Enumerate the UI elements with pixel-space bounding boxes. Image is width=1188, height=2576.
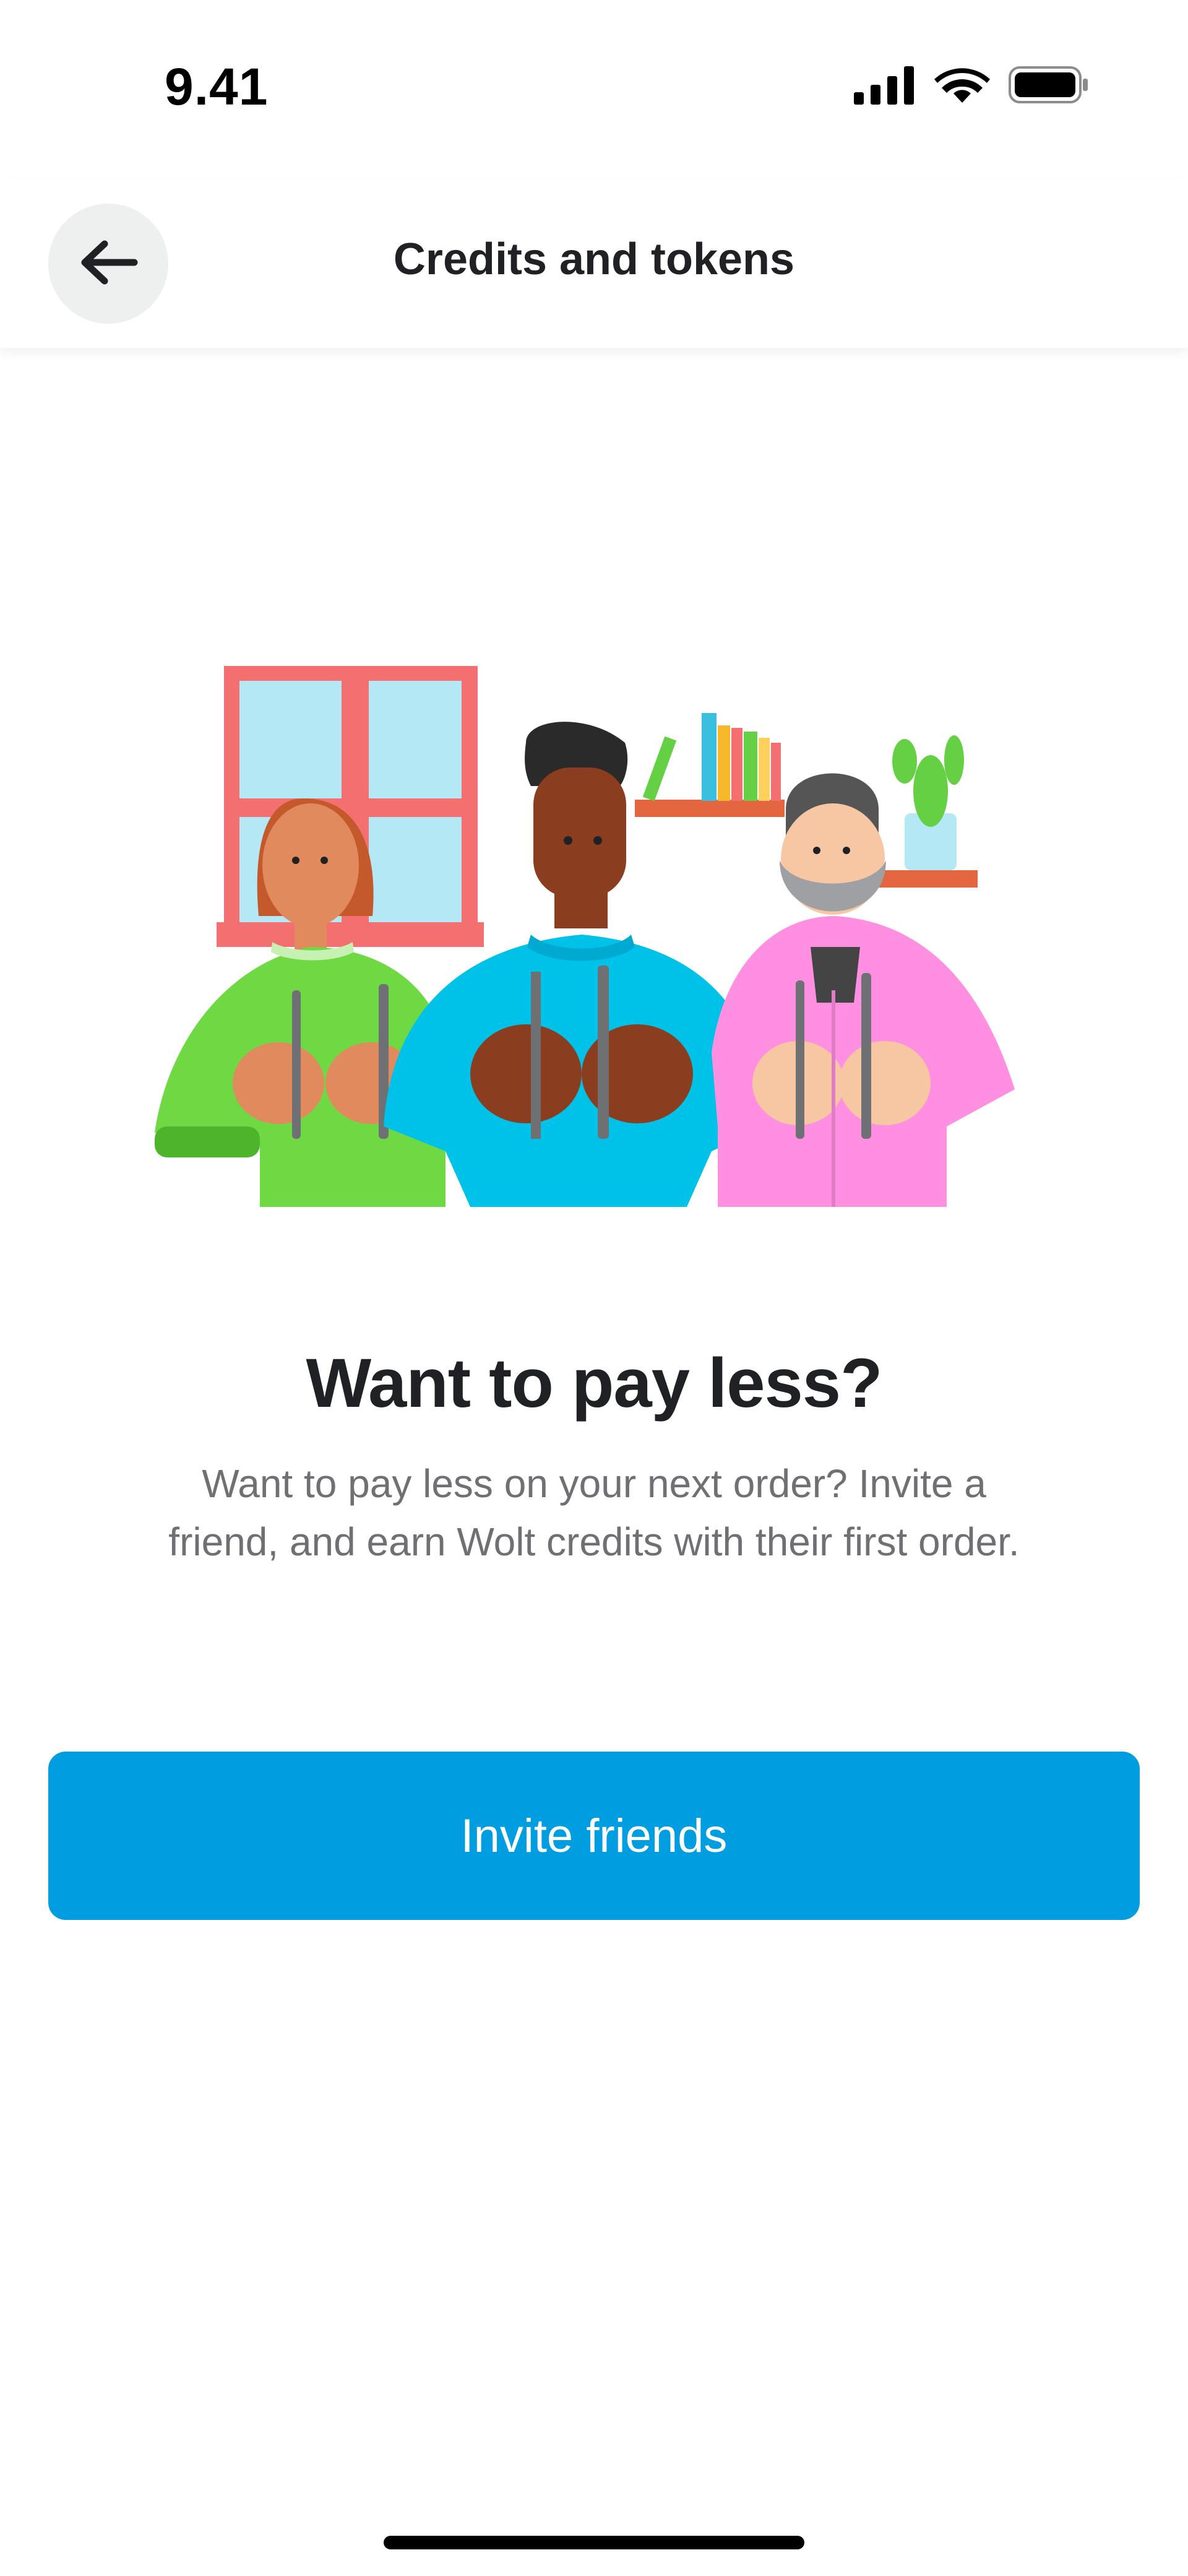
three-people-with-cutlery-illustration bbox=[155, 656, 1021, 1207]
description-text: Want to pay less on your next order? Inv… bbox=[168, 1461, 1020, 1564]
bearded-man-figure bbox=[712, 773, 1015, 1207]
invite-friends-button[interactable]: Invite friends bbox=[48, 1752, 1140, 1920]
battery-icon bbox=[1009, 65, 1089, 108]
status-icons bbox=[854, 64, 1089, 108]
page-title: Credits and tokens bbox=[393, 235, 795, 284]
home-indicator bbox=[384, 2536, 804, 2549]
top-app-bar: Credits and tokens bbox=[0, 179, 1188, 348]
signal-icon bbox=[854, 65, 916, 108]
status-bar: 9.41 bbox=[0, 0, 1188, 179]
invite-friends-label: Invite friends bbox=[460, 1809, 728, 1862]
headline: Want to pay less? bbox=[306, 1344, 882, 1422]
wifi-icon bbox=[934, 64, 990, 108]
status-time: 9.41 bbox=[165, 58, 269, 116]
